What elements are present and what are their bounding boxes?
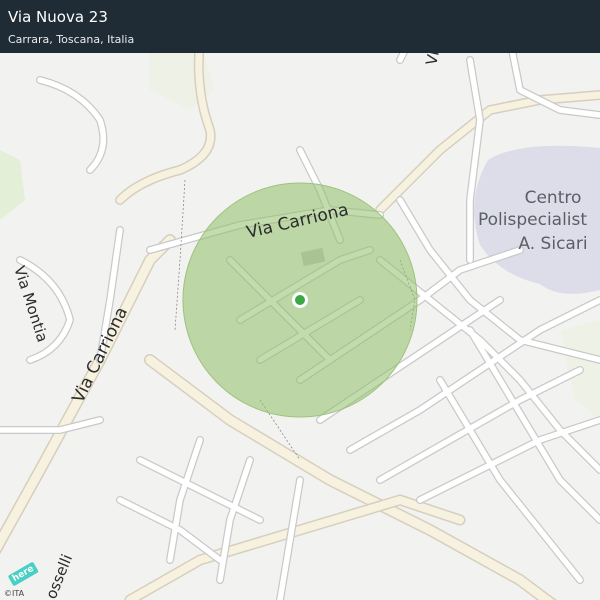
street-label-bottom: osselli: [42, 552, 76, 600]
address-header: Via Nuova 23 Carrara, Toscana, Italia: [0, 0, 600, 53]
poi-label-line1: Centro: [525, 188, 582, 208]
street-label-via-carriona-left: Via Carriona: [69, 304, 133, 406]
copyright-notice: ©ITA: [4, 589, 25, 598]
map-canvas[interactable]: Via Carriona Via Carriona Via Montia Via…: [0, 0, 600, 600]
address-title: Via Nuova 23: [8, 8, 108, 26]
poi-label-line2: Polispecialist: [478, 210, 587, 230]
park-area: [0, 150, 25, 220]
location-dot[interactable]: [295, 295, 305, 305]
poi-label-line3: A. Sicari: [518, 234, 587, 254]
address-subtitle: Carrara, Toscana, Italia: [8, 33, 135, 46]
